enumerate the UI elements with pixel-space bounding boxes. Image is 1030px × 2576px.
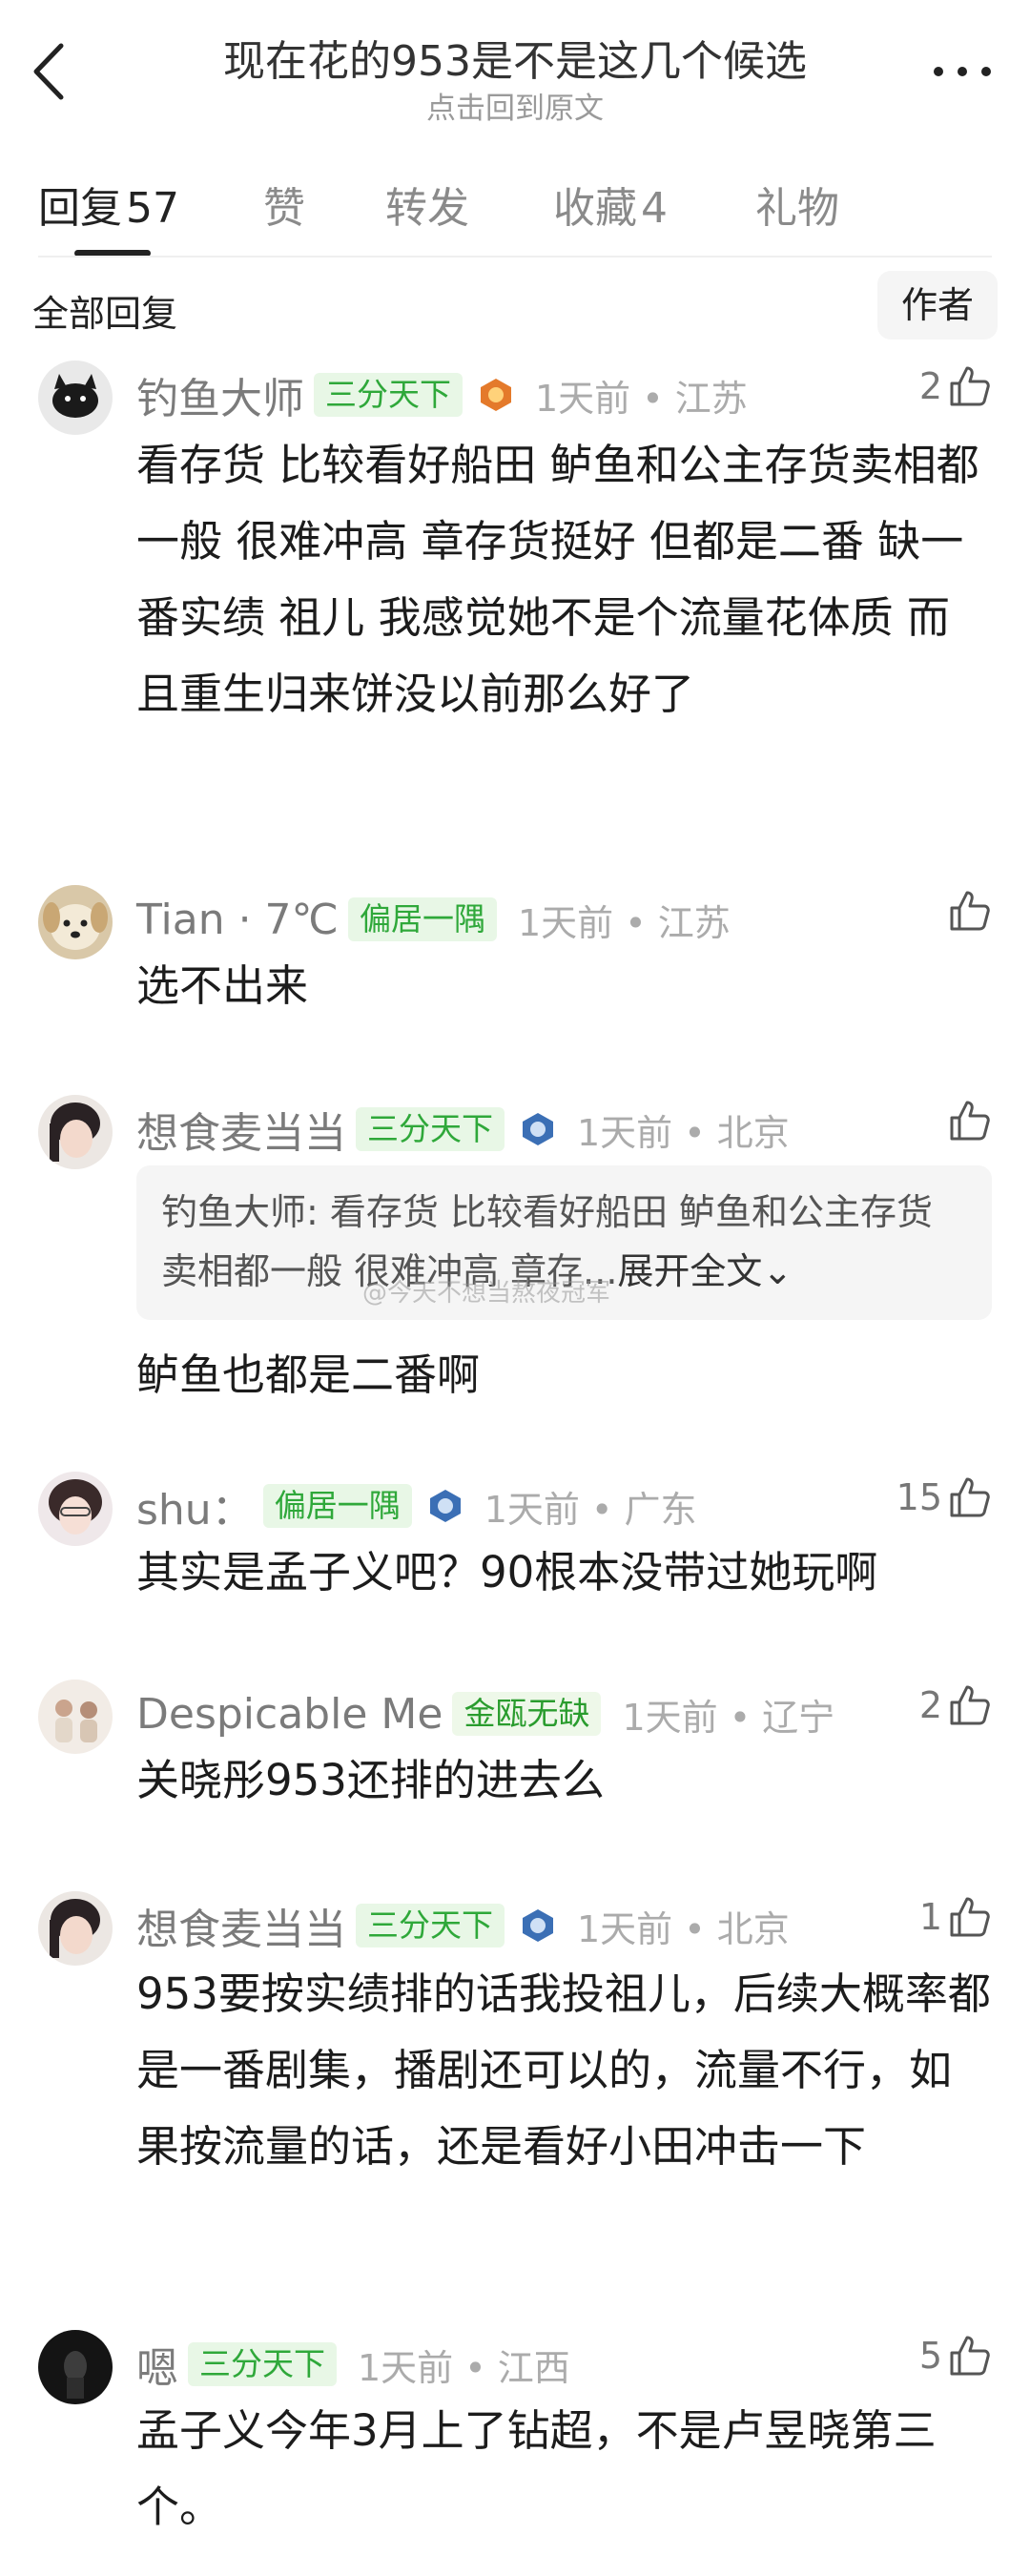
like-count: 5 [918, 2335, 942, 2377]
timestamp-location: 1天前 • 广东 [484, 1488, 697, 1531]
fan-badge: 三分天下 [188, 2342, 337, 2386]
comment-meta: 钓鱼大师 三分天下 1天前 • 江苏 [136, 366, 748, 423]
level-badge-icon [523, 1113, 553, 1145]
thumbs-up-icon [950, 366, 990, 406]
tab-reposts[interactable]: 转发 [385, 174, 469, 235]
thumbs-up-icon [950, 891, 990, 931]
comment-text: 选不出来 [136, 960, 309, 1011]
timestamp-location: 1天前 • 江苏 [517, 901, 731, 944]
thumbs-up-icon [950, 1897, 990, 1937]
watermark: @今天不想当熬夜冠军 [362, 1279, 611, 1308]
avatar[interactable] [38, 2330, 113, 2404]
avatar[interactable] [38, 1680, 113, 1754]
like-count: 2 [918, 365, 942, 407]
timestamp-location: 1天前 • 江苏 [535, 377, 748, 420]
timestamp-location: 1天前 • 辽宁 [622, 1696, 835, 1739]
username[interactable]: Despicable Me [136, 1690, 443, 1739]
more-options-icon[interactable] [929, 57, 996, 86]
divider [38, 256, 992, 258]
timestamp-location: 1天前 • 北京 [577, 1907, 790, 1950]
expand-full-text-link[interactable]: 展开全文 [617, 1250, 762, 1292]
comment-meta: shu： 偏居一隅 1天前 • 广东 [136, 1477, 696, 1535]
comment-meta: 想食麦当当 三分天下 1天前 • 北京 [136, 1101, 790, 1158]
avatar[interactable] [38, 1891, 113, 1966]
username[interactable]: Tian · 7℃ [136, 896, 339, 944]
fan-badge: 三分天下 [356, 1107, 505, 1151]
level-badge-icon [481, 379, 511, 411]
tab-label: 转发 [385, 184, 469, 233]
like-count: 1 [918, 1896, 942, 1938]
comment-item: 想食麦当当 三分天下 1天前 • 北京 1 953要按实绩排的话我投祖儿，后续大… [0, 1891, 1030, 2263]
like-button[interactable]: 5 [919, 2334, 992, 2378]
tab-label: 回复 [38, 184, 122, 233]
comment-meta: Despicable Me 金瓯无缺 1天前 • 辽宁 [136, 1685, 834, 1742]
comment-item: shu： 偏居一隅 1天前 • 广东 15 其实是孟子义吧？90根本没带过她玩啊 [0, 1472, 1030, 1615]
all-replies-label: 全部回复 [32, 293, 178, 335]
tab-favorites[interactable]: 收藏4 [553, 174, 668, 235]
comment-text: 孟子义今年3月上了钻超，不是卢昱晓第三个。 [136, 2405, 937, 2532]
back-to-original-link[interactable]: 点击回到原文 [0, 84, 1030, 127]
comment-text: 看存货 比较看好船田 鲈鱼和公主存货卖相都一般 很难冲高 章存货挺好 但都是二番… [136, 440, 979, 719]
thumbs-up-icon [950, 1685, 990, 1725]
timestamp-location: 1天前 • 北京 [577, 1111, 790, 1154]
tab-label: 礼物 [755, 184, 839, 233]
level-badge-icon [429, 1490, 461, 1522]
tab-count: 57 [126, 184, 179, 233]
tab-label: 收藏 [553, 184, 637, 233]
like-button[interactable]: 2 [919, 1683, 992, 1727]
comment-text: 鲈鱼也都是二番啊 [136, 1350, 481, 1400]
username[interactable]: 嗯 [136, 2334, 178, 2395]
like-button[interactable]: 2 [919, 364, 992, 408]
page-title: 现在花的953是不是这几个候选 [223, 37, 807, 86]
fan-badge: 三分天下 [314, 373, 463, 417]
tab-bar: 回复57 赞 转发 收藏4 礼物 [0, 143, 1030, 258]
avatar[interactable] [38, 885, 113, 959]
top-bar: 现在花的953是不是这几个候选 点击回到原文 [0, 0, 1030, 143]
avatar[interactable] [38, 361, 113, 435]
level-badge-icon [523, 1909, 553, 1942]
like-count: 2 [918, 1684, 942, 1726]
comment-item: 嗯 三分天下 1天前 • 江西 5 孟子义今年3月上了钻超，不是卢昱晓第三个。 [0, 2330, 1030, 2559]
comment-meta: 嗯 三分天下 1天前 • 江西 [136, 2336, 570, 2393]
tab-gifts[interactable]: 礼物 [755, 174, 839, 235]
comment-item: 钓鱼大师 三分天下 1天前 • 江苏 2 看存货 比较看好船田 鲈鱼和公主存货卖… [0, 361, 1030, 809]
tab-replies[interactable]: 回复57 [38, 174, 179, 235]
chevron-down-icon: ⌄ [762, 1250, 793, 1292]
like-button[interactable]: 1 [919, 1895, 992, 1939]
comment-meta: Tian · 7℃ 偏居一隅 1天前 • 江苏 [136, 891, 731, 948]
username[interactable]: shu： [136, 1475, 254, 1536]
comment-text: 其实是孟子义吧？90根本没带过她玩啊 [136, 1547, 878, 1597]
comment-meta: 想食麦当当 三分天下 1天前 • 北京 [136, 1897, 790, 1954]
username[interactable]: 想食麦当当 [136, 1099, 346, 1160]
comment-item: Despicable Me 金瓯无缺 1天前 • 辽宁 2 关晓彤953还排的进… [0, 1680, 1030, 1823]
comment-text: 关晓彤953还排的进去么 [136, 1755, 605, 1805]
username[interactable]: 想食麦当当 [136, 1895, 346, 1956]
avatar[interactable] [38, 1095, 113, 1169]
thumbs-up-icon [950, 1477, 990, 1517]
fan-badge: 偏居一隅 [347, 897, 497, 941]
username[interactable]: 钓鱼大师 [136, 364, 304, 425]
avatar[interactable] [38, 1472, 113, 1546]
fan-badge: 偏居一隅 [262, 1484, 412, 1528]
thumbs-up-icon [950, 1101, 990, 1141]
like-button[interactable] [948, 1099, 992, 1143]
thumbs-up-icon [950, 2336, 990, 2376]
fan-badge: 金瓯无缺 [452, 1692, 602, 1736]
like-button[interactable] [948, 889, 992, 933]
timestamp-location: 1天前 • 江西 [358, 2346, 570, 2389]
tab-likes[interactable]: 赞 [263, 174, 305, 235]
comment-item: 想食麦当当 三分天下 1天前 • 北京 钓鱼大师: 看存货 比较看好船田 鲈鱼和… [0, 1095, 1030, 1419]
comment-item: Tian · 7℃ 偏居一隅 1天前 • 江苏 选不出来 [0, 885, 1030, 1028]
like-count: 15 [896, 1476, 942, 1518]
tab-label: 赞 [263, 184, 305, 233]
tab-count: 4 [641, 184, 668, 233]
like-button[interactable]: 15 [896, 1475, 992, 1519]
comment-text: 953要按实绩排的话我投祖儿，后续大概率都是一番剧集，播剧还可以的，流量不行，如… [136, 1968, 991, 2172]
fan-badge: 三分天下 [356, 1904, 505, 1947]
author-filter-button[interactable]: 作者 [877, 271, 998, 340]
